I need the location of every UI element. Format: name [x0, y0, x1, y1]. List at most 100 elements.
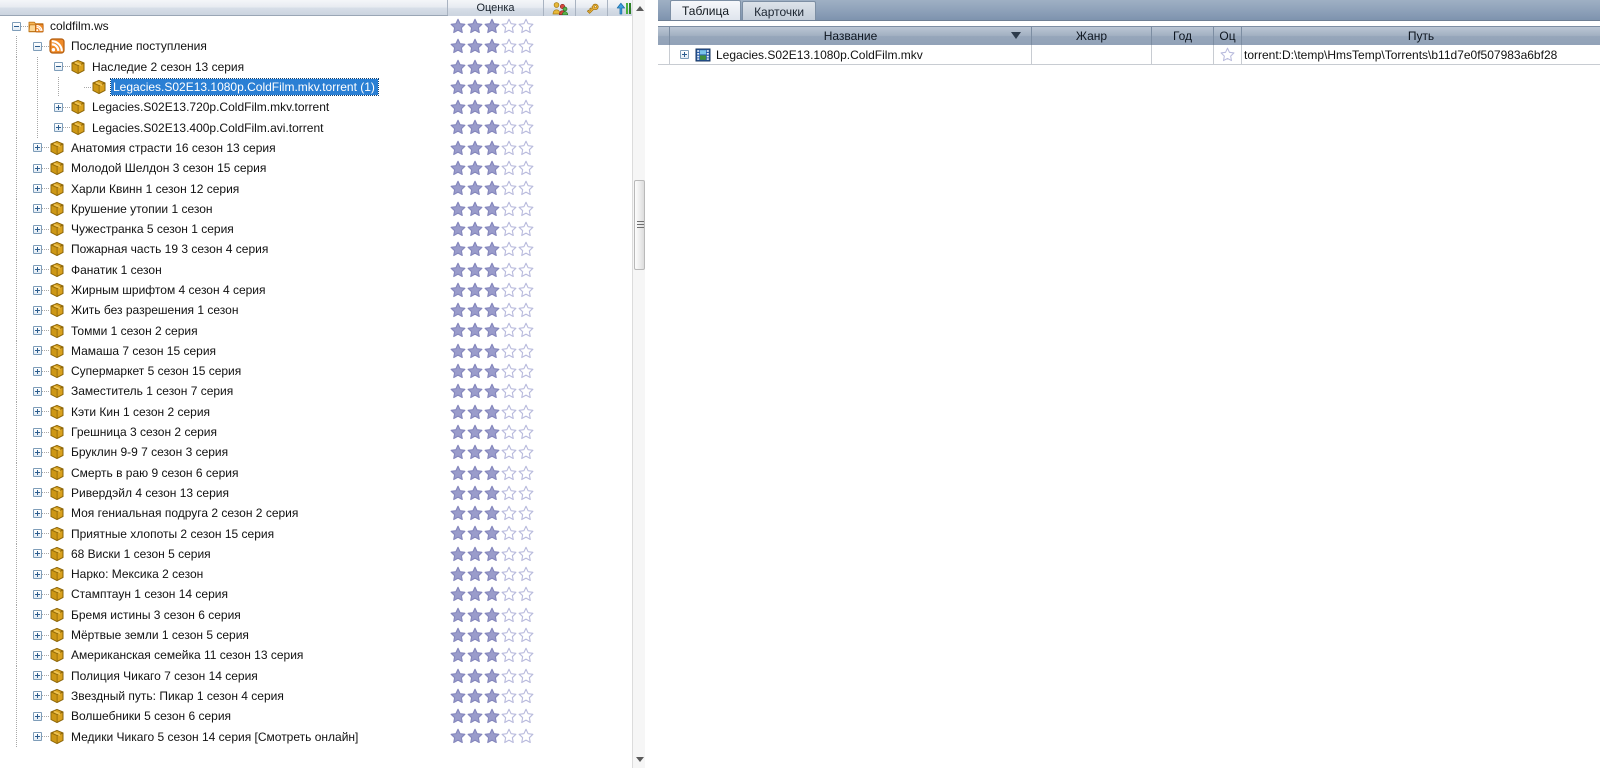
scroll-up-arrow[interactable] [633, 0, 645, 17]
tree-item-rating[interactable] [450, 363, 534, 379]
tree-item-24[interactable]: Моя гениальная подруга 2 сезон 2 серия [0, 503, 630, 524]
expand-plus-icon[interactable] [33, 285, 42, 295]
tree-item-rating[interactable] [450, 383, 534, 399]
grid-column-header-rating[interactable]: Оц [1214, 27, 1242, 45]
collapse-minus-icon[interactable] [54, 62, 63, 72]
tree-item-27[interactable]: Нарко: Мексика 2 сезон [0, 564, 630, 585]
tree-item-rating[interactable] [450, 444, 534, 460]
expand-plus-icon[interactable] [33, 508, 42, 518]
tree-item-34[interactable]: Волшебники 5 сезон 6 серия [0, 706, 630, 727]
collapse-minus-icon[interactable] [33, 41, 42, 51]
expand-plus-icon[interactable] [54, 102, 63, 112]
grid-column-header-year[interactable]: Год [1152, 27, 1214, 45]
tree-item-rating[interactable] [450, 485, 534, 501]
grid-column-header-genre[interactable]: Жанр [1032, 27, 1152, 45]
tree-item-16[interactable]: Мамаша 7 сезон 15 серия [0, 340, 630, 362]
expand-plus-icon[interactable] [33, 265, 42, 275]
expand-plus-icon[interactable] [33, 386, 42, 396]
expand-plus-icon[interactable] [33, 244, 42, 254]
tree-item-rating[interactable] [450, 322, 534, 338]
tree-item-rating[interactable] [450, 160, 534, 176]
grid-cell-genre[interactable] [1032, 44, 1152, 65]
tree-item-rating[interactable] [450, 59, 534, 75]
tree-item-33[interactable]: Звездный путь: Пикар 1 сезон 4 серия [0, 685, 630, 707]
tree-list[interactable]: coldfilm.ws Последние поступления Наследие… [0, 16, 630, 768]
expand-plus-icon[interactable] [33, 549, 42, 559]
scroll-down-arrow[interactable] [633, 751, 645, 768]
tree-item-rating[interactable] [450, 282, 534, 298]
tree-item-26[interactable]: 68 Виски 1 сезон 5 серия [0, 543, 630, 565]
expand-plus-icon[interactable] [33, 650, 42, 660]
table-row[interactable]: Legacies.S02E13.1080p.ColdFilm.mkv torre… [658, 44, 1600, 65]
tree-item-rating[interactable] [450, 302, 534, 318]
grid-body[interactable]: Legacies.S02E13.1080p.ColdFilm.mkv torre… [658, 44, 1600, 65]
tree-item-rating[interactable] [450, 668, 534, 684]
tree-item-18[interactable]: Заместитель 1 сезон 7 серия [0, 381, 630, 402]
expand-plus-icon[interactable] [33, 163, 42, 173]
tree-item-23[interactable]: Ривердэйл 4 сезон 13 серия [0, 482, 630, 504]
expand-plus-icon[interactable] [33, 407, 42, 417]
tree-item-rating[interactable] [450, 627, 534, 643]
expand-plus-icon[interactable] [33, 346, 42, 356]
tree-item-21[interactable]: Бруклин 9-9 7 сезон 3 серия [0, 442, 630, 463]
tree-item-rating[interactable] [450, 586, 534, 602]
tree-item-7[interactable]: Молодой Шелдон 3 сезон 15 серия [0, 158, 630, 179]
tree-item-22[interactable]: Смерть в раю 9 сезон 6 серия [0, 462, 630, 483]
tree-item-rating[interactable] [450, 99, 534, 115]
tree-item-0[interactable]: coldfilm.ws [0, 16, 630, 36]
tree-item-rating[interactable] [450, 180, 534, 196]
tree-item-31[interactable]: Американская семейка 11 сезон 13 серия [0, 645, 630, 666]
grid-cell-path[interactable]: torrent:D:\temp\HmsTemp\Torrents\b11d7e0… [1242, 45, 1600, 65]
tree-item-rating[interactable] [450, 79, 534, 95]
tree-item-30[interactable]: Мёртвые земли 1 сезон 5 серия [0, 624, 630, 646]
tree-item-10[interactable]: Чужестранка 5 сезон 1 серия [0, 218, 630, 240]
scrollbar-thumb[interactable] [634, 180, 645, 270]
tree-item-14[interactable]: Жить без разрешения 1 сезон [0, 300, 630, 321]
people-icon[interactable] [544, 0, 576, 16]
tree-item-6[interactable]: Анатомия страсти 16 сезон 13 серия [0, 137, 630, 159]
expand-plus-icon[interactable] [33, 305, 42, 315]
expand-plus-icon[interactable] [33, 589, 42, 599]
tree-item-13[interactable]: Жирным шрифтом 4 сезон 4 серия [0, 279, 630, 301]
tree-item-35[interactable]: Медики Чикаго 5 сезон 14 серия [Смотреть… [0, 726, 630, 747]
grid-cell-name[interactable]: Legacies.S02E13.1080p.ColdFilm.mkv [670, 44, 1032, 65]
tree-item-rating[interactable] [450, 708, 534, 724]
expand-plus-icon[interactable] [33, 204, 42, 214]
tree-item-rating[interactable] [450, 221, 534, 237]
expand-plus-icon[interactable] [33, 610, 42, 620]
panel-splitter[interactable] [645, 0, 658, 768]
tree-item-4[interactable]: Legacies.S02E13.720p.ColdFilm.mkv.torren… [0, 97, 630, 118]
tree-item-rating[interactable] [450, 566, 534, 582]
tree-item-11[interactable]: Пожарная часть 19 3 сезон 4 серия [0, 239, 630, 260]
tree-rating-column-header[interactable]: Оценка [448, 0, 544, 16]
tree-vertical-scrollbar[interactable] [632, 0, 645, 768]
expand-plus-icon[interactable] [33, 427, 42, 437]
expand-plus-icon[interactable] [33, 569, 42, 579]
tree-item-8[interactable]: Харли Квинн 1 сезон 12 серия [0, 178, 630, 199]
tree-item-25[interactable]: Приятные хлопоты 2 сезон 15 серия [0, 523, 630, 544]
expand-plus-icon[interactable] [33, 488, 42, 498]
expand-plus-icon[interactable] [33, 468, 42, 478]
tree-item-9[interactable]: Крушение утопии 1 сезон [0, 198, 630, 219]
expand-plus-icon[interactable] [33, 184, 42, 194]
tab-table[interactable]: Таблица [670, 0, 742, 20]
collapse-minus-icon[interactable] [12, 21, 21, 31]
tree-item-rating[interactable] [450, 140, 534, 156]
expand-plus-icon[interactable] [33, 711, 42, 721]
tree-item-rating[interactable] [450, 525, 534, 541]
tree-item-rating[interactable] [450, 607, 534, 623]
grid-cell-year[interactable] [1152, 44, 1214, 65]
tree-item-17[interactable]: Супермаркет 5 сезон 15 серия [0, 361, 630, 382]
tree-item-rating[interactable] [450, 728, 534, 744]
expand-plus-icon[interactable] [33, 224, 42, 234]
tree-item-rating[interactable] [450, 343, 534, 359]
tree-item-15[interactable]: Томми 1 сезон 2 серия [0, 320, 630, 341]
tree-name-column-header[interactable] [0, 0, 448, 15]
tree-item-2[interactable]: Наследие 2 сезон 13 серия [0, 56, 630, 77]
tree-item-rating[interactable] [450, 424, 534, 440]
tree-item-rating[interactable] [450, 465, 534, 481]
tree-item-19[interactable]: Кэти Кин 1 сезон 2 серия [0, 401, 630, 422]
tree-item-rating[interactable] [450, 688, 534, 704]
tree-item-rating[interactable] [450, 546, 534, 562]
grid-cell-rating[interactable] [1214, 44, 1242, 65]
